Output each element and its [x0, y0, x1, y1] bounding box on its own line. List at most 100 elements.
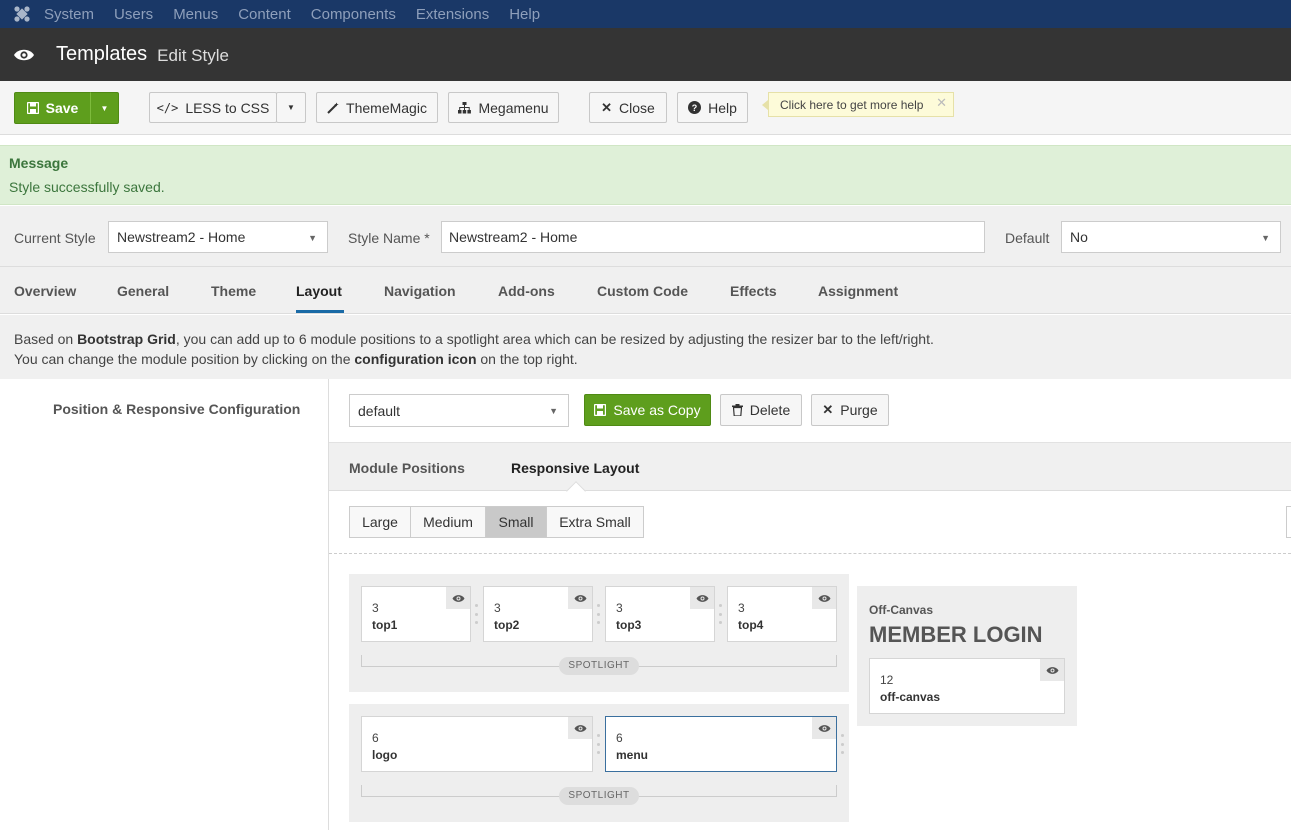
caret-down-icon: ▼ [1261, 233, 1270, 243]
trash-icon [731, 404, 743, 416]
tab-navigation[interactable]: Navigation [384, 283, 456, 299]
spotlight-label: SPOTLIGHT [559, 787, 639, 805]
admin-menu-bar: System Users Menus Content Components Ex… [0, 0, 1291, 28]
eye-icon[interactable] [1040, 659, 1064, 681]
breakpoint-extra-small[interactable]: Extra Small [546, 506, 644, 538]
caret-down-icon: ▼ [100, 103, 109, 113]
close-button[interactable]: ✕ Close [589, 92, 667, 123]
tab-effects[interactable]: Effects [730, 283, 777, 299]
success-message: Message Style successfully saved. [0, 145, 1291, 205]
tab-add-ons[interactable]: Add-ons [498, 283, 555, 299]
style-name-input[interactable]: Newstream2 - Home [441, 221, 985, 253]
spotlight-label: SPOTLIGHT [559, 657, 639, 675]
menu-system[interactable]: System [44, 6, 94, 23]
magic-wand-icon [327, 102, 339, 114]
megamenu-button[interactable]: Megamenu [448, 92, 559, 123]
style-name-label: Style Name * [348, 230, 430, 246]
tab-assignment[interactable]: Assignment [818, 283, 898, 299]
eye-icon[interactable] [568, 587, 592, 609]
subtab-responsive-layout[interactable]: Responsive Layout [511, 460, 639, 476]
info-line-2: You can change the module position by cl… [14, 351, 578, 367]
divider [329, 553, 1291, 554]
current-style-label: Current Style [14, 230, 96, 246]
default-select[interactable]: No ▼ [1061, 221, 1281, 253]
page-title: Templates [56, 43, 148, 65]
floppy-icon [594, 404, 607, 416]
page-subtitle: Edit Style [157, 46, 229, 65]
save-as-copy-button[interactable]: Save as Copy [584, 394, 711, 426]
eye-icon[interactable] [812, 587, 836, 609]
save-dropdown-button[interactable]: ▼ [90, 92, 119, 124]
tab-custom-code[interactable]: Custom Code [597, 283, 688, 299]
current-style-select[interactable]: Newstream2 - Home ▼ [108, 221, 328, 253]
resizer-grip[interactable] [841, 734, 844, 754]
tab-layout[interactable]: Layout [296, 283, 342, 299]
tab-general[interactable]: General [117, 283, 169, 299]
breakpoint-large[interactable]: Large [349, 506, 411, 538]
code-icon: </> [156, 100, 179, 115]
close-icon: ✕ [822, 402, 834, 417]
layout-select[interactable]: default ▼ [349, 394, 569, 427]
menu-content[interactable]: Content [238, 6, 291, 23]
save-as-copy-label: Save as Copy [613, 402, 701, 418]
thememagic-button[interactable]: ThemeMagic [316, 92, 438, 123]
position-span: 3 [372, 601, 379, 615]
module-position-logo[interactable]: 6 logo [361, 716, 593, 772]
module-position-top3[interactable]: 3 top3 [605, 586, 715, 642]
menu-menus[interactable]: Menus [173, 6, 218, 23]
position-name: top4 [738, 618, 764, 632]
less-dropdown-button[interactable]: ▼ [276, 92, 306, 123]
breakpoint-medium[interactable]: Medium [410, 506, 486, 538]
position-name: top3 [616, 618, 642, 632]
less-to-css-button[interactable]: </> LESS to CSS [149, 92, 277, 123]
position-span: 12 [880, 673, 894, 687]
save-button[interactable]: Save [14, 92, 91, 124]
svg-text:?: ? [692, 103, 698, 113]
position-name: top1 [372, 618, 398, 632]
module-position-off-canvas[interactable]: 12 off-canvas [869, 658, 1065, 714]
joomla-logo-icon[interactable] [0, 0, 44, 28]
resizer-grip[interactable] [597, 604, 600, 624]
eye-icon [0, 48, 48, 62]
help-tooltip: Click here to get more help ✕ [762, 92, 954, 117]
help-button[interactable]: ? Help [677, 92, 748, 123]
breakpoint-buttons: Large Medium Small Extra Small [349, 506, 644, 538]
module-position-top1[interactable]: 3 top1 [361, 586, 471, 642]
message-heading: Message [9, 155, 69, 171]
default-value: No [1070, 229, 1088, 245]
eye-icon[interactable] [812, 717, 836, 739]
module-position-menu[interactable]: 6 menu [605, 716, 837, 772]
menu-extensions[interactable]: Extensions [416, 6, 489, 23]
resizer-grip[interactable] [719, 604, 722, 624]
close-label: Close [619, 99, 655, 116]
offcanvas-block: Off-Canvas MEMBER LOGIN 12 off-canvas [857, 586, 1077, 726]
breakpoint-small[interactable]: Small [485, 506, 547, 538]
message-text: Style successfully saved. [9, 179, 165, 195]
edge-button[interactable] [1286, 506, 1291, 538]
position-name: logo [372, 748, 398, 762]
tab-overview[interactable]: Overview [14, 283, 76, 299]
resizer-grip[interactable] [475, 604, 478, 624]
menu-help[interactable]: Help [509, 6, 540, 23]
delete-button[interactable]: Delete [720, 394, 802, 426]
title-bar: Templates Edit Style [0, 28, 1291, 81]
position-name: off-canvas [880, 690, 941, 704]
megamenu-label: Megamenu [478, 99, 549, 116]
module-position-top2[interactable]: 3 top2 [483, 586, 593, 642]
resizer-grip[interactable] [597, 734, 600, 754]
caret-down-icon: ▼ [308, 233, 317, 243]
default-label: Default [1005, 230, 1050, 246]
close-icon[interactable]: ✕ [936, 95, 947, 111]
less-to-css-label: LESS to CSS [185, 99, 270, 116]
menu-users[interactable]: Users [114, 6, 153, 23]
menu-components[interactable]: Components [311, 6, 396, 23]
module-position-top4[interactable]: 3 top4 [727, 586, 837, 642]
eye-icon[interactable] [568, 717, 592, 739]
eye-icon[interactable] [690, 587, 714, 609]
floppy-icon [26, 102, 39, 114]
help-label: Help [708, 99, 737, 116]
tab-theme[interactable]: Theme [211, 283, 256, 299]
subtab-module-positions[interactable]: Module Positions [349, 460, 465, 476]
purge-button[interactable]: ✕ Purge [811, 394, 889, 426]
eye-icon[interactable] [446, 587, 470, 609]
